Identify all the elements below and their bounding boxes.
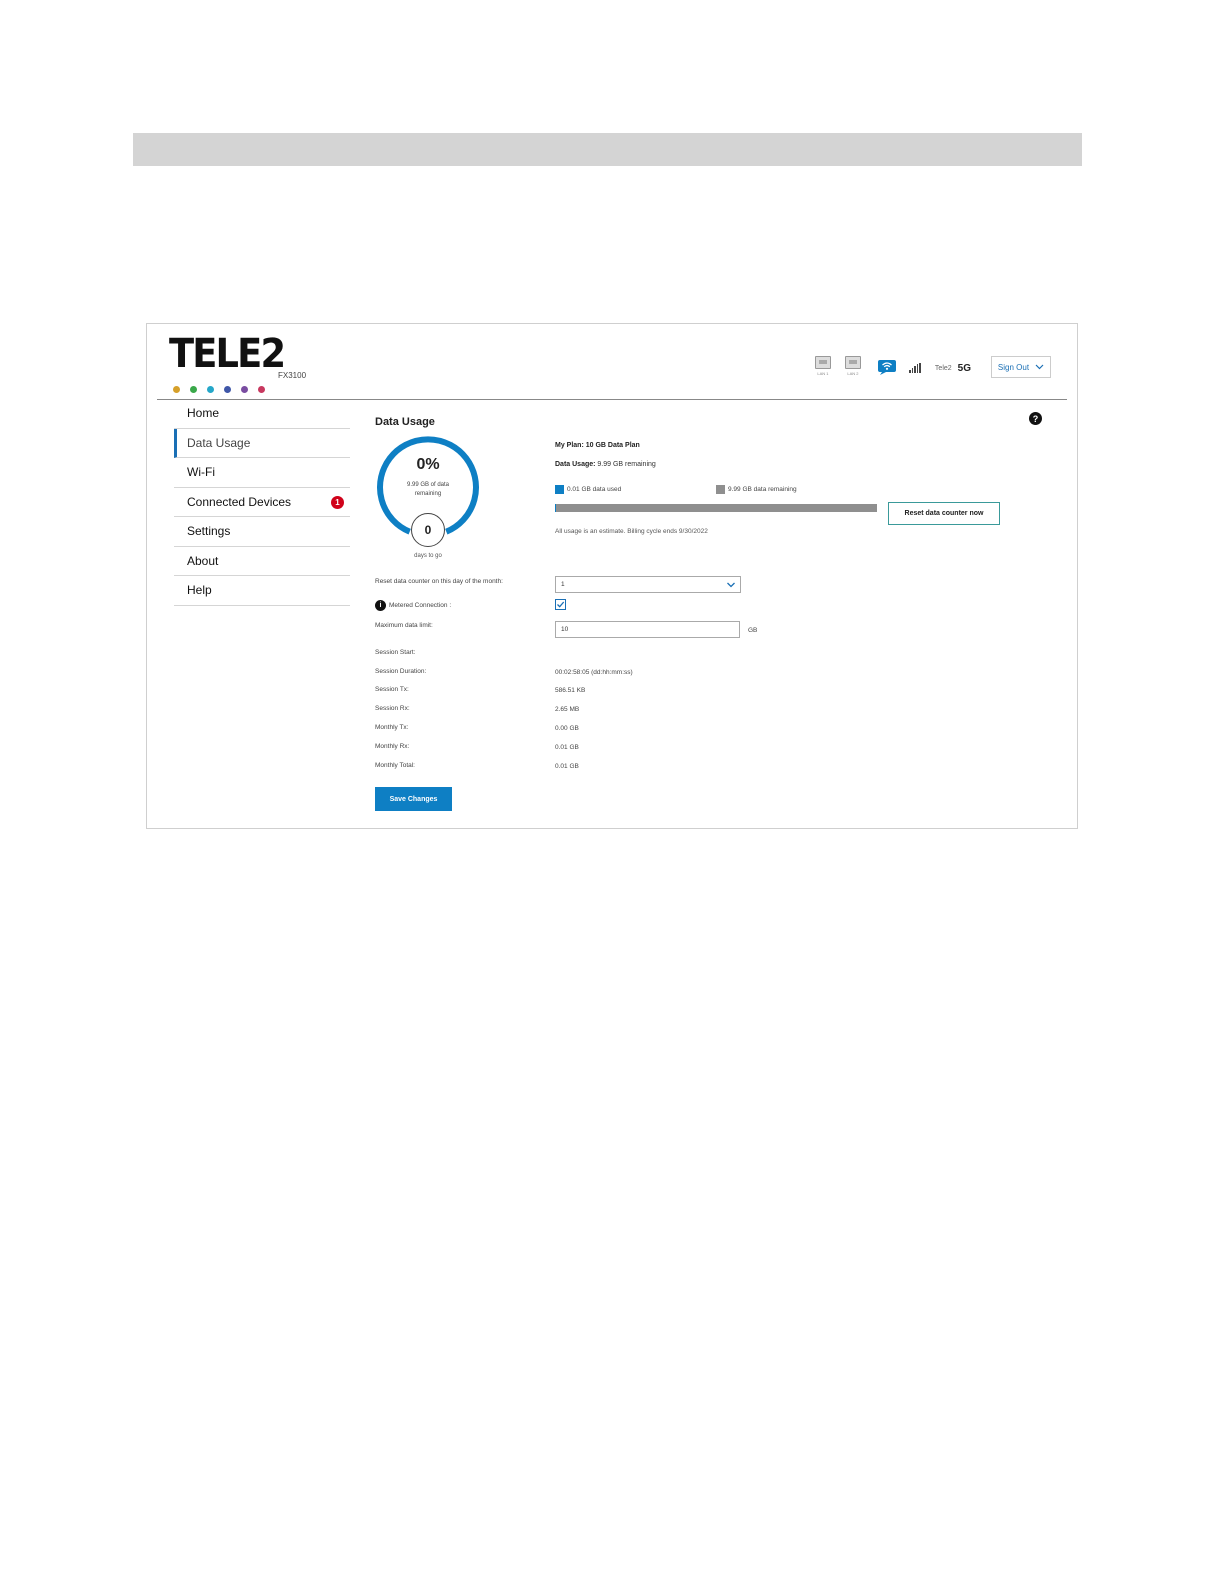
max-limit-input[interactable]: 10 <box>555 621 740 638</box>
signal-strength-icon <box>908 363 921 373</box>
sidebar-item-wifi[interactable]: Wi-Fi <box>174 458 350 488</box>
monthly-total-label: Monthly Total: <box>375 762 415 769</box>
max-limit-unit: GB <box>748 627 758 634</box>
info-icon[interactable]: i <box>375 600 386 611</box>
session-rx-label: Session Rx: <box>375 705 410 712</box>
legend-swatch-used <box>555 485 564 494</box>
notification-badge: 1 <box>331 495 344 509</box>
legend-swatch-remaining <box>716 485 725 494</box>
monthly-rx-label: Monthly Rx: <box>375 743 410 750</box>
lan2-status: LAN 2 <box>843 356 863 384</box>
sidebar-item-label: Data Usage <box>187 435 251 450</box>
sidebar-item-label: Connected Devices <box>187 494 292 509</box>
monthly-rx-value: 0.01 GB <box>555 744 579 751</box>
days-to-go-label: days to go <box>414 553 442 559</box>
usage-summary: Data Usage: 9.99 GB remaining <box>555 461 656 468</box>
legend-remaining-label: 9.99 GB data remaining <box>728 486 797 493</box>
sidebar-item-label: Wi-Fi <box>187 465 215 480</box>
help-icon[interactable]: ? <box>1029 412 1042 425</box>
legend-used: 0.01 GB data used <box>555 485 621 494</box>
chevron-down-icon <box>727 582 735 588</box>
top-banner-bar <box>133 133 1082 166</box>
carrier-name: Tele2 <box>934 364 952 372</box>
monthly-tx-label: Monthly Tx: <box>375 724 409 731</box>
logo-dot <box>173 386 180 393</box>
lan1-label: LAN 1 <box>817 371 829 376</box>
ethernet-port-icon <box>814 356 831 369</box>
monthly-total-value: 0.01 GB <box>555 763 579 770</box>
logo-text: TELE2 <box>169 331 286 377</box>
session-tx-label: Session Tx: <box>375 686 409 693</box>
usage-progress-bar <box>555 504 877 512</box>
reset-day-label: Reset data counter on this day of the mo… <box>375 578 503 585</box>
sidebar-item-home[interactable]: Home <box>174 399 350 429</box>
status-area: LAN 1 LAN 2 Tele2 5G Sign Out <box>813 356 1051 384</box>
lan1-status: LAN 1 <box>813 356 833 384</box>
session-duration-value: 00:02:58:05 (dd:hh:mm:ss) <box>555 669 633 676</box>
reset-counter-button[interactable]: Reset data counter now <box>888 502 1000 525</box>
logo-dot <box>241 386 248 393</box>
metered-connection-row: i Metered Connection : <box>375 600 451 611</box>
days-to-go-value: 0 <box>411 513 445 547</box>
sidebar-item-about[interactable]: About <box>174 547 350 576</box>
logo-dot <box>190 386 197 393</box>
session-start-label: Session Start: <box>375 649 416 656</box>
remaining-text: 9.99 GB of data remaining <box>406 482 450 497</box>
reset-day-value: 1 <box>561 581 565 588</box>
plan-name: My Plan: 10 GB Data Plan <box>555 442 640 449</box>
sign-out-button[interactable]: Sign Out <box>991 356 1051 378</box>
data-usage-gauge: 0% 9.99 GB of data remaining 0 days to g… <box>375 434 481 560</box>
lan2-label: LAN 2 <box>847 371 859 376</box>
session-tx-value: 586.51 KB <box>555 687 586 694</box>
wifi-icon[interactable] <box>877 358 897 376</box>
logo-dot <box>224 386 231 393</box>
logo-dot <box>207 386 214 393</box>
network-type: 5G <box>957 362 971 374</box>
sidebar-item-label: Settings <box>187 524 231 539</box>
router-admin-window: TELE2 FX3100 LAN 1 LAN 2 Tele2 5G Sign O… <box>146 323 1078 829</box>
reset-day-select[interactable]: 1 <box>555 576 741 593</box>
sidebar-item-label: Home <box>187 406 220 421</box>
checkmark-icon <box>557 601 565 608</box>
logo-dot <box>258 386 265 393</box>
tele2-logo[interactable]: TELE2 <box>169 331 286 394</box>
sidebar-item-connected-devices[interactable]: Connected Devices 1 <box>174 488 350 517</box>
device-model: FX3100 <box>278 371 307 380</box>
usage-value: 9.99 GB remaining <box>595 461 656 468</box>
billing-estimate-note: All usage is an estimate. Billing cycle … <box>555 528 708 535</box>
metered-connection-checkbox[interactable] <box>555 599 566 610</box>
sign-out-label: Sign Out <box>997 362 1030 372</box>
save-changes-button[interactable]: Save Changes <box>375 787 452 811</box>
monthly-tx-value: 0.00 GB <box>555 725 579 732</box>
metered-connection-label: Metered Connection : <box>389 602 452 610</box>
ethernet-port-icon <box>844 356 861 369</box>
page-title: Data Usage <box>375 416 435 428</box>
session-rx-value: 2.65 MB <box>555 706 580 713</box>
sidebar-nav: Home Data Usage Wi-Fi Connected Devices … <box>174 399 350 606</box>
logo-dots <box>173 386 265 393</box>
usage-label: Data Usage: <box>555 461 596 468</box>
chevron-down-icon <box>1035 364 1044 370</box>
sidebar-item-label: About <box>187 553 219 568</box>
sidebar-item-label: Help <box>187 583 212 598</box>
sidebar-item-data-usage[interactable]: Data Usage <box>174 428 350 458</box>
usage-percent: 0% <box>416 456 440 473</box>
max-limit-label: Maximum data limit: <box>375 622 433 629</box>
sidebar-item-settings[interactable]: Settings <box>174 517 350 547</box>
legend-remaining: 9.99 GB data remaining <box>716 485 797 494</box>
legend-used-label: 0.01 GB data used <box>567 486 622 493</box>
session-duration-label: Session Duration: <box>375 668 427 675</box>
sidebar-item-help[interactable]: Help <box>174 576 350 606</box>
